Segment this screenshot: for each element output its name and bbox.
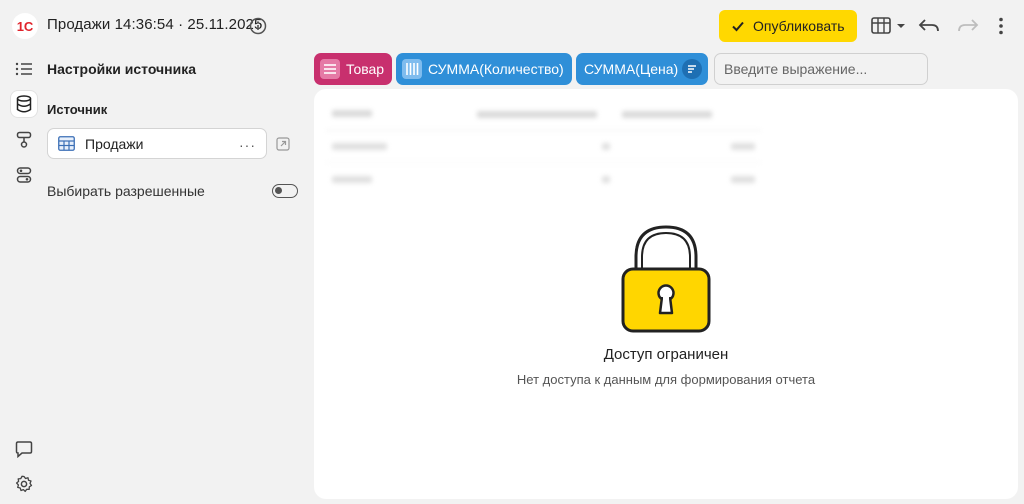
measure-icon <box>402 59 422 79</box>
toggle-knob <box>275 187 282 194</box>
chip-sum-quantity[interactable]: СУММА(Количество) <box>396 53 572 85</box>
table-view-dropdown[interactable] <box>871 15 907 37</box>
chip-label: Товар <box>346 61 385 77</box>
source-section-label: Источник <box>47 102 108 117</box>
gear-icon[interactable] <box>11 471 37 497</box>
redo-icon[interactable] <box>956 15 980 37</box>
logo-text: 1С <box>17 19 34 34</box>
chip-label: СУММА(Количество) <box>428 61 564 77</box>
allowed-only-toggle[interactable] <box>272 184 298 198</box>
chip-label: СУММА(Цена) <box>584 61 679 77</box>
panel-title: Настройки источника <box>47 61 197 77</box>
table-grid-icon <box>871 17 905 34</box>
lock-icon <box>620 223 712 335</box>
page-title: Продажи 14:36:54 · 25.11.2025 <box>47 16 263 33</box>
table-icon <box>58 136 75 151</box>
checkmark-icon <box>732 21 744 32</box>
chip-sum-price[interactable]: СУММА(Цена) <box>576 53 708 85</box>
publish-button[interactable]: Опубликовать <box>719 10 857 42</box>
dimension-icon <box>320 59 340 79</box>
undo-icon[interactable] <box>917 15 941 37</box>
allowed-only-label: Выбирать разрешенные <box>47 183 205 199</box>
chat-icon[interactable] <box>11 436 37 462</box>
rail-filter-icon[interactable] <box>11 127 37 153</box>
rail-list-icon[interactable] <box>11 56 37 82</box>
rail-database-icon[interactable] <box>11 91 37 117</box>
rail-parameters-icon[interactable] <box>11 162 37 188</box>
access-denied-subtitle: Нет доступа к данным для формирования от… <box>516 372 816 387</box>
blurred-table-preview <box>326 99 761 195</box>
source-more-icon[interactable]: ··· <box>239 137 256 153</box>
report-area: Доступ ограничен Нет доступа к данным дл… <box>314 89 1018 499</box>
access-denied-title: Доступ ограничен <box>603 346 729 363</box>
header: 1С Продажи 14:36:54 · 25.11.2025 Опублик… <box>0 0 1024 52</box>
source-name: Продажи <box>85 135 144 152</box>
chip-tovar[interactable]: Товар <box>314 53 392 85</box>
sort-icon[interactable] <box>682 59 703 79</box>
app-logo[interactable]: 1С <box>10 12 40 40</box>
source-selector[interactable]: Продажи ··· <box>47 128 267 159</box>
info-icon[interactable] <box>249 17 267 35</box>
more-menu-icon[interactable] <box>997 15 1005 37</box>
publish-label: Опубликовать <box>753 18 845 34</box>
expression-input[interactable] <box>714 53 928 85</box>
open-source-icon[interactable] <box>276 137 290 151</box>
